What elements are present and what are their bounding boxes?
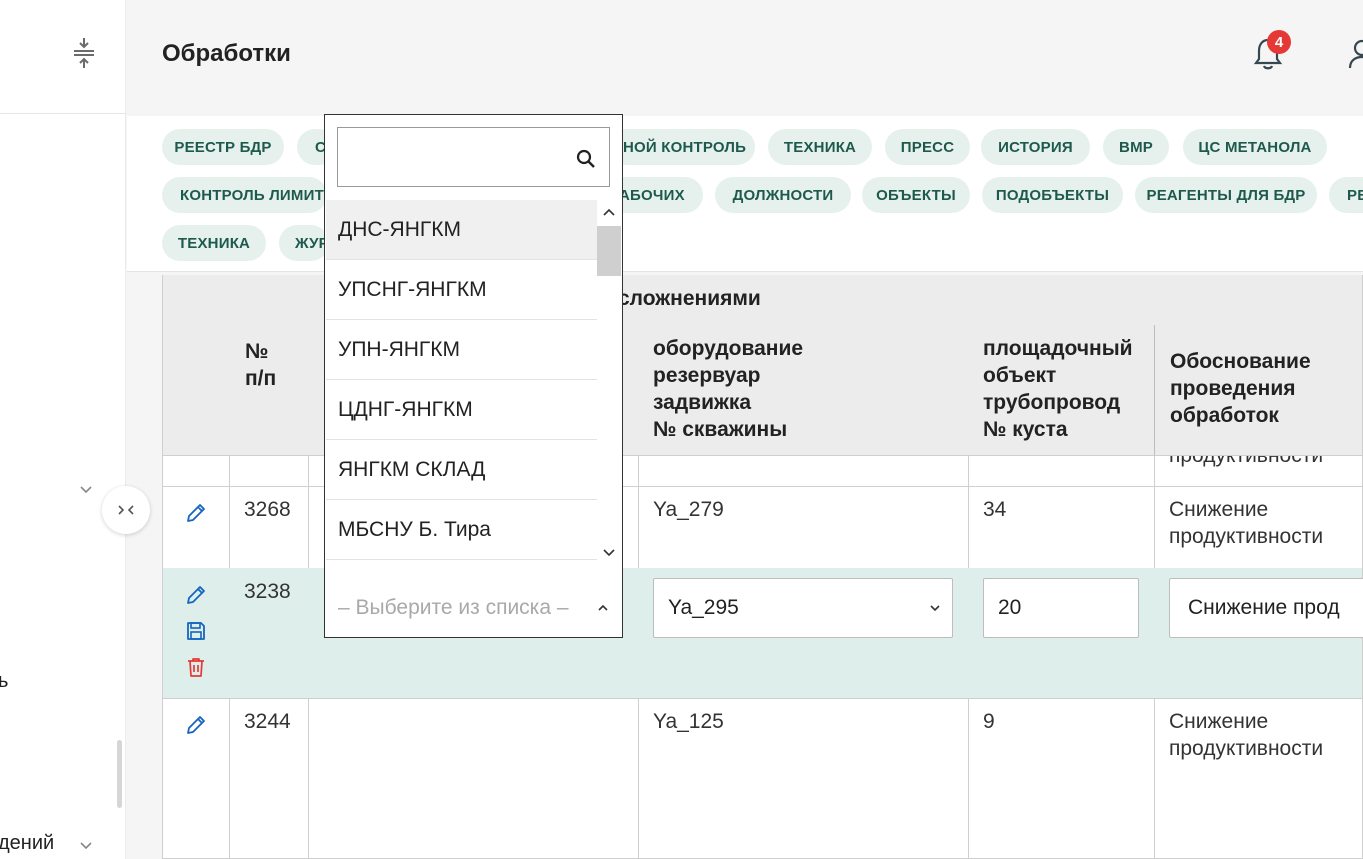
table-cell: Ya_125 xyxy=(638,698,969,859)
table-cell: 34 xyxy=(968,486,1155,569)
cell-num: 3268 xyxy=(244,498,291,521)
pencil-icon[interactable] xyxy=(185,502,207,524)
cell-equipment: Ya_279 xyxy=(653,498,724,521)
object-select-placeholder: – Выберите из списка – xyxy=(338,596,569,619)
object-dropdown: ДНС-ЯНГКМ УПСНГ-ЯНГКМ УПН-ЯНГКМ ЦДНГ-ЯНГ… xyxy=(324,114,623,638)
table-cell: 9 xyxy=(968,698,1155,859)
cell-reason: Снижение продуктивности xyxy=(1169,498,1324,548)
table-cell: 3268 xyxy=(229,486,309,569)
pencil-icon[interactable] xyxy=(185,584,207,606)
reference-tabs: РЕЕСТР БДР С НОЙ КОНТРОЛЬ ТЕХНИКА ПРЕСС … xyxy=(127,116,1363,272)
tab-chip[interactable]: ТЕХНИКА xyxy=(768,129,872,165)
table-cell xyxy=(162,456,230,487)
user-icon[interactable] xyxy=(1347,38,1363,70)
table-cell xyxy=(968,456,1155,487)
header-equipment: оборудование резервуар задвижка № скважи… xyxy=(638,325,969,456)
cell-equipment: Ya_125 xyxy=(653,710,724,733)
header-reason: Обоснование проведения обработок xyxy=(1154,325,1363,456)
table-cell: Ya_279 xyxy=(638,486,969,569)
tab-chip[interactable]: ВМР xyxy=(1103,129,1169,165)
tab-chip[interactable]: ДОЛЖНОСТИ xyxy=(715,177,851,213)
tab-chip[interactable]: ТЕХНИКА xyxy=(162,225,266,261)
table-cell: 3238 xyxy=(229,568,309,699)
dropdown-option[interactable]: ДНС-ЯНГКМ xyxy=(326,200,597,260)
sidebar-item-label[interactable]: ь xyxy=(0,670,8,693)
column-header-site: площадочный объект трубопровод № куста xyxy=(983,337,1133,441)
table-row xyxy=(162,568,230,699)
save-icon[interactable] xyxy=(185,620,207,642)
tab-chip[interactable]: РЕАГЕНТЫ ДЛЯ БДР xyxy=(1135,177,1317,213)
sidebar-toggle-button[interactable] xyxy=(102,486,150,534)
dropdown-scrollbar[interactable] xyxy=(597,200,621,566)
tab-chip[interactable]: ЦС МЕТАНОЛА xyxy=(1183,129,1327,165)
cell-site: 9 xyxy=(983,710,995,733)
site-input[interactable]: 20 xyxy=(983,578,1139,638)
cell-num: 3238 xyxy=(244,580,291,603)
sidebar-header xyxy=(0,0,126,114)
chevron-up-icon xyxy=(598,604,608,611)
chevron-down-icon[interactable] xyxy=(78,838,94,854)
chevron-down-icon[interactable] xyxy=(78,482,94,498)
cell-site: 34 xyxy=(983,498,1007,521)
tab-chip[interactable]: РЕЕСТР БДР xyxy=(162,129,284,165)
dropdown-option[interactable]: ЦДНГ-ЯНГКМ xyxy=(326,380,597,440)
tab-chip[interactable]: ПОДОБЪЕКТЫ xyxy=(982,177,1123,213)
tab-chip[interactable]: ИСТОРИЯ xyxy=(981,129,1090,165)
dropdown-option[interactable]: ЯНГКМ СКЛАД xyxy=(326,440,597,500)
tab-chip[interactable]: КОНТРОЛЬ ЛИМИТ xyxy=(162,177,327,213)
tab-chip[interactable]: ЖУР xyxy=(279,225,329,261)
header-actions xyxy=(162,275,230,456)
chevron-down-icon xyxy=(930,605,940,612)
collapse-arrows-icon xyxy=(118,505,134,515)
table-row xyxy=(162,486,230,569)
page-title: Обработки xyxy=(162,40,291,67)
sidebar-scrollbar[interactable] xyxy=(117,740,122,808)
search-icon[interactable] xyxy=(575,148,597,170)
dropdown-option[interactable]: УПСНГ-ЯНГКМ xyxy=(326,260,597,320)
collapse-all-icon[interactable] xyxy=(72,36,96,70)
cell-num: 3244 xyxy=(244,710,291,733)
top-header: Обработки 4 xyxy=(127,0,1363,114)
dropdown-option[interactable]: МБСНУ Б. Тира xyxy=(326,500,597,560)
cell-reason: продуктивности xyxy=(1169,456,1323,469)
scrollbar-thumb[interactable] xyxy=(597,226,621,276)
object-select[interactable]: – Выберите из списка – xyxy=(326,579,622,637)
chevron-down-icon[interactable] xyxy=(602,545,616,559)
cell-reason: Снижение продуктивности xyxy=(1169,710,1324,760)
table-cell: 20 xyxy=(968,568,1155,699)
reason-input[interactable]: Снижение прод xyxy=(1169,578,1363,638)
dropdown-search-input[interactable] xyxy=(338,128,568,186)
sidebar-item-label[interactable]: дений xyxy=(0,832,54,855)
column-header-equipment: оборудование резервуар задвижка № скважи… xyxy=(653,337,804,441)
header-num: № п/п xyxy=(229,275,309,456)
tab-chip[interactable]: РЕ xyxy=(1329,177,1363,213)
equipment-select-value: Ya_295 xyxy=(668,596,739,619)
column-group-header: сложнениями xyxy=(618,287,761,310)
table-cell: продуктивности xyxy=(1154,456,1363,487)
table-cell: Ya_295 xyxy=(638,568,969,699)
table-cell: Снижение продуктивности xyxy=(1154,486,1363,569)
table-cell: 3244 xyxy=(229,698,309,859)
sidebar: ь дений xyxy=(0,0,126,859)
column-header-num: № п/п xyxy=(245,340,277,390)
dropdown-option[interactable]: УПН-ЯНГКМ xyxy=(326,320,597,380)
equipment-select[interactable]: Ya_295 xyxy=(653,578,953,638)
table-cell: Снижение продуктивности xyxy=(1154,698,1363,859)
table-row xyxy=(162,698,230,859)
pencil-icon[interactable] xyxy=(185,714,207,736)
table-cell xyxy=(229,456,309,487)
column-header-reason: Обоснование проведения обработок xyxy=(1170,350,1311,427)
dropdown-search xyxy=(337,127,610,187)
table-cell xyxy=(638,456,969,487)
tab-chip[interactable]: ОБЪЕКТЫ xyxy=(862,177,970,213)
header-site: площадочный объект трубопровод № куста xyxy=(968,325,1155,456)
tab-chip[interactable]: ПРЕСС xyxy=(885,129,970,165)
trash-icon[interactable] xyxy=(185,656,207,678)
table-cell xyxy=(308,698,639,859)
tab-chip[interactable]: НОЙ КОНТРОЛЬ xyxy=(607,129,755,165)
table-cell: Снижение прод xyxy=(1154,568,1363,699)
chevron-up-icon[interactable] xyxy=(602,206,616,220)
notification-badge: 4 xyxy=(1267,30,1291,54)
